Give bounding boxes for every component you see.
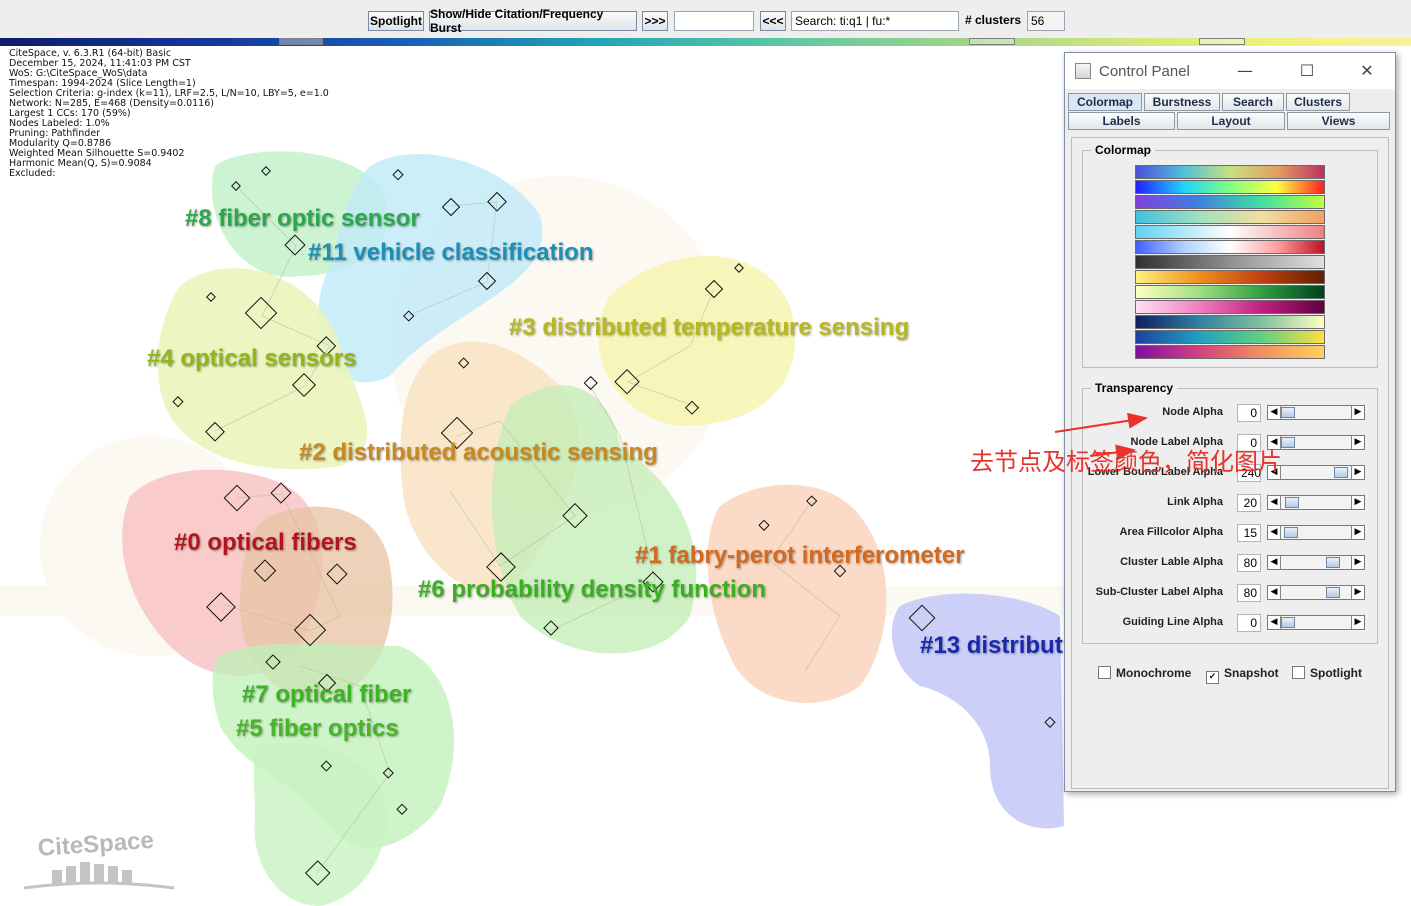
annotation-arrow [1054, 412, 1148, 433]
annotation-text: 去节点及标签颜色，简化图片 [970, 448, 1282, 476]
